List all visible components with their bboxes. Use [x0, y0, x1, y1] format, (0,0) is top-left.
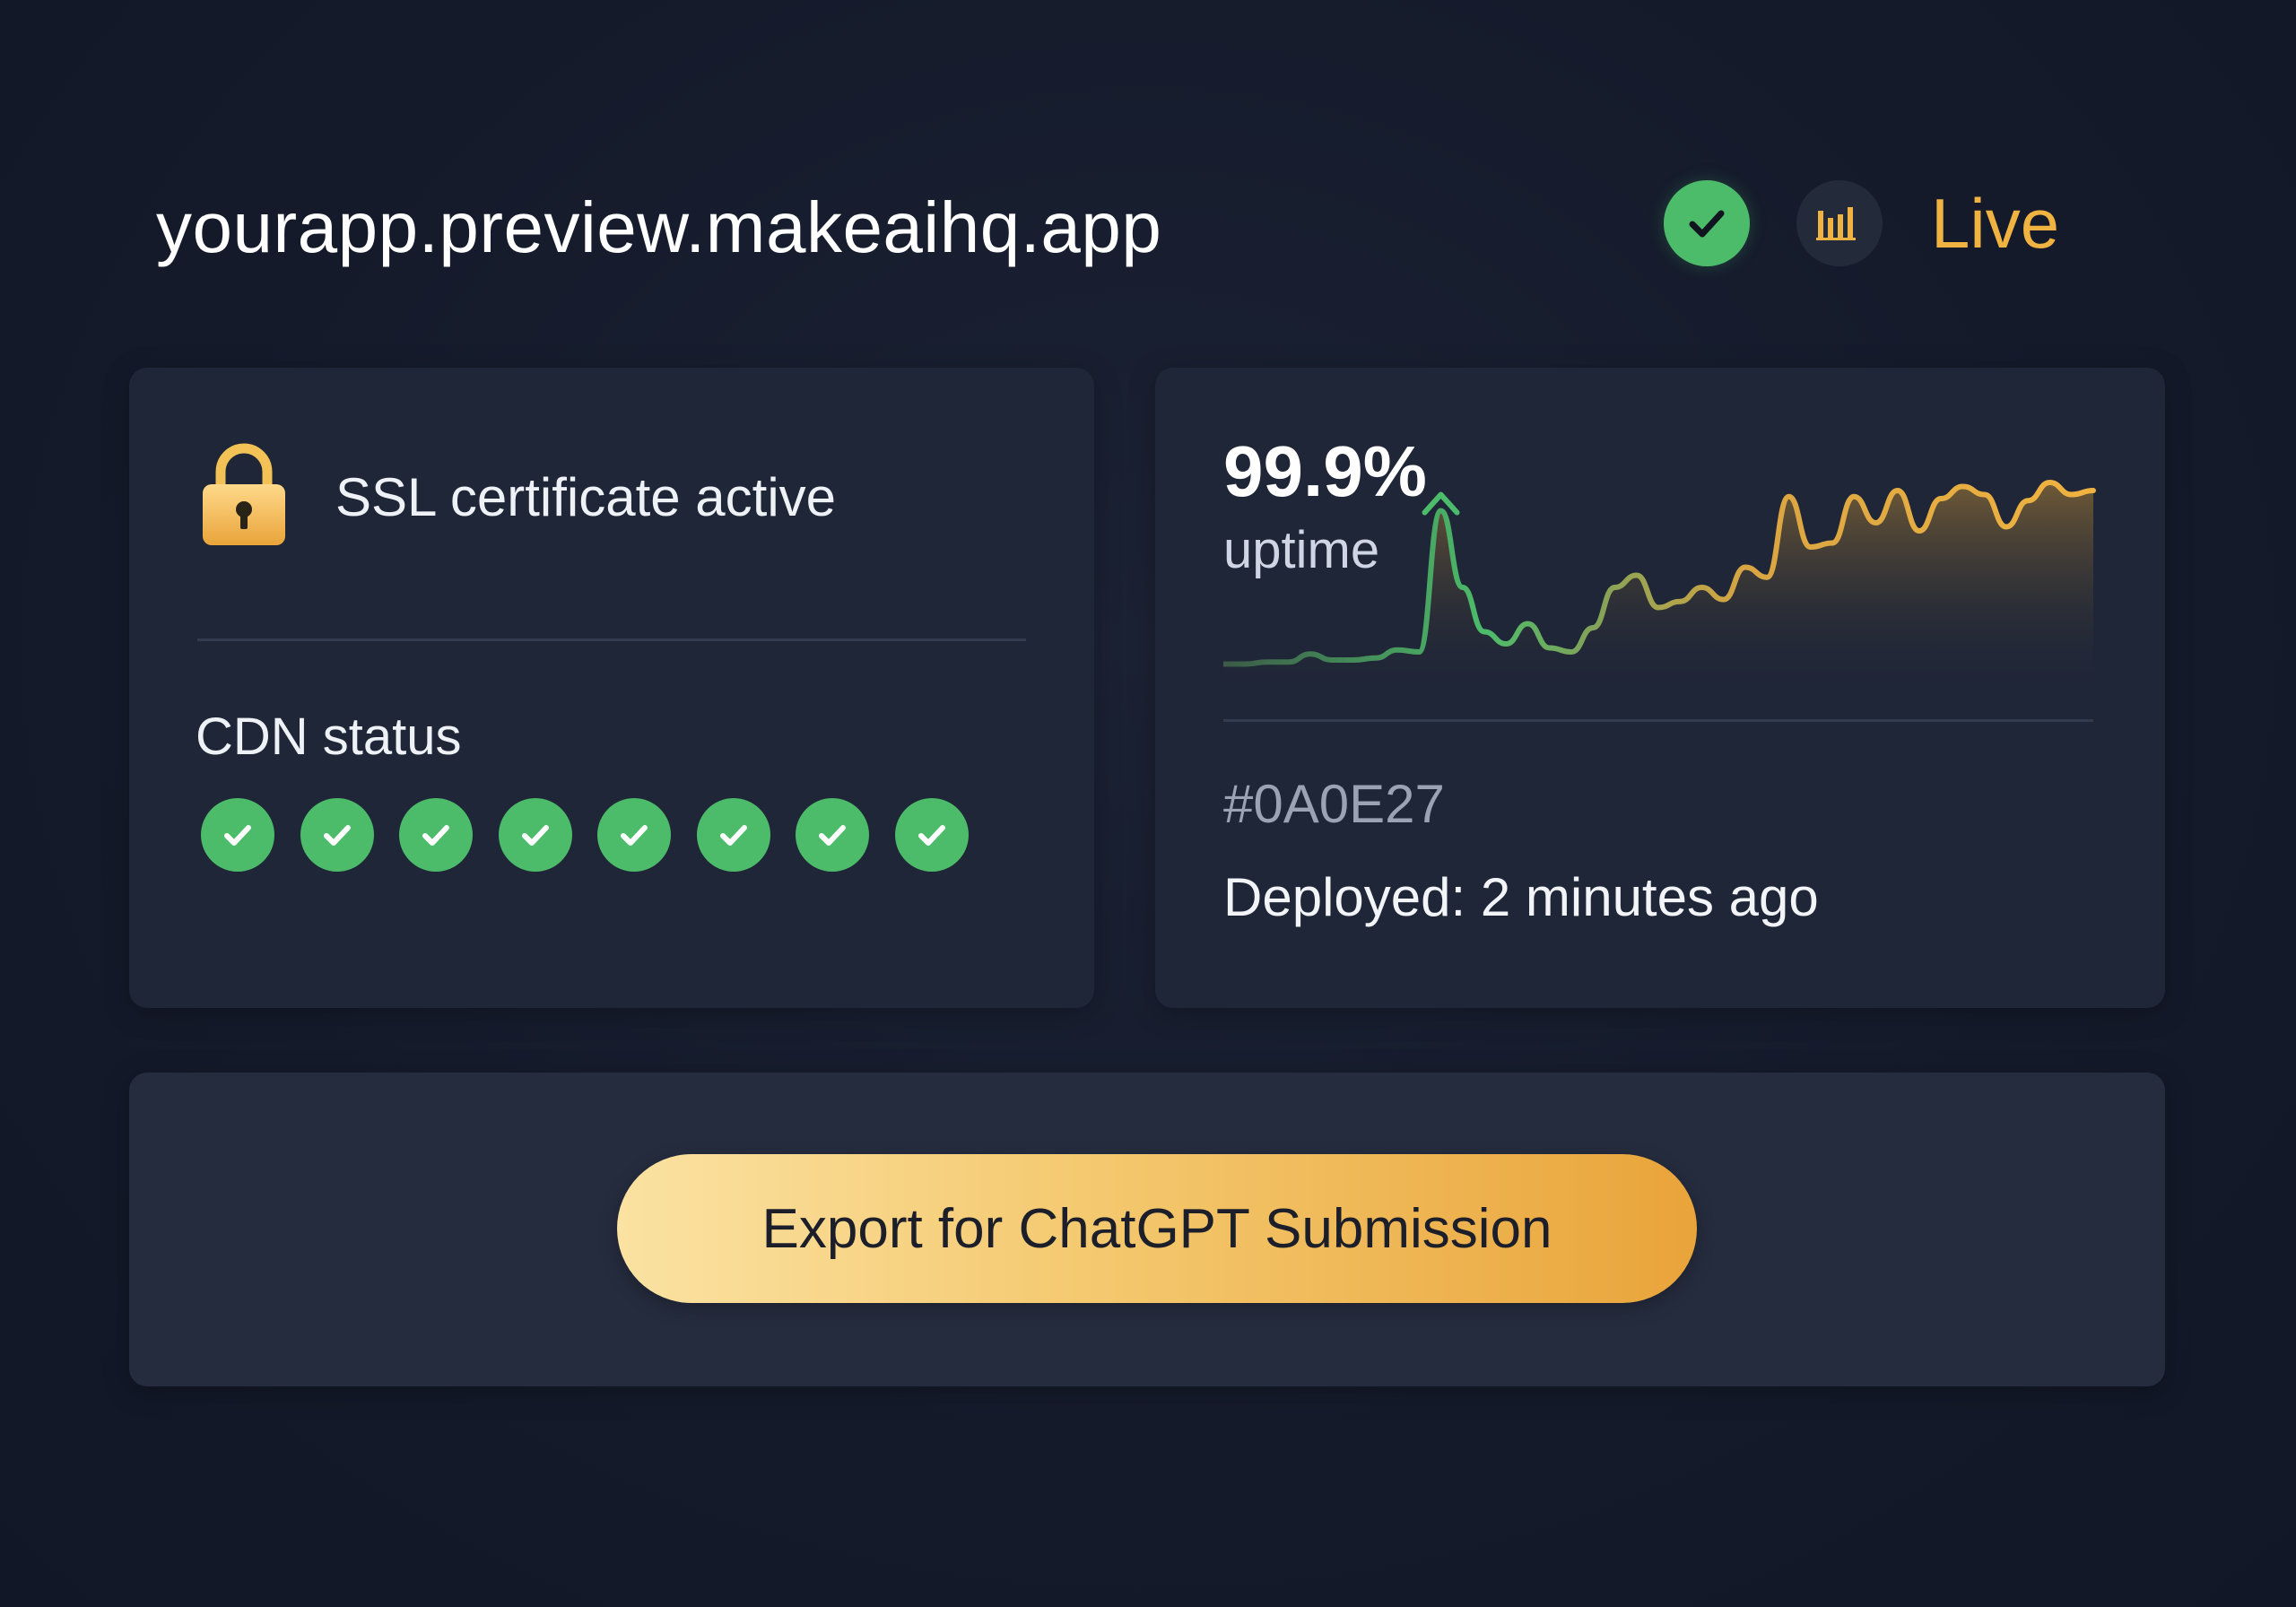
ssl-cdn-card: SSL certificate active CDN status	[129, 368, 1094, 1008]
uptime-card: 99.9% uptime #0A0E27 Deployed: 2 minutes…	[1155, 368, 2165, 1008]
signal-bars-icon[interactable]	[1796, 180, 1883, 266]
export-card: Export for ChatGPT Submission	[129, 1073, 2165, 1386]
divider	[1223, 719, 2093, 722]
uptime-chart-area	[1223, 482, 2093, 695]
uptime-label: uptime	[1223, 521, 1380, 579]
lock-icon	[199, 443, 289, 552]
deployed-time: Deployed: 2 minutes ago	[1223, 867, 1819, 927]
export-chatgpt-button[interactable]: Export for ChatGPT Submission	[617, 1154, 1697, 1303]
ssl-status-label: SSL certificate active	[335, 467, 837, 527]
cdn-node-check-icon	[300, 798, 374, 872]
cdn-status-title: CDN status	[196, 708, 462, 766]
cdn-node-check-icon	[696, 798, 770, 872]
domain-title: yourapp.preview.makeaihq.app	[156, 187, 1162, 267]
ssl-row: SSL certificate active	[199, 443, 836, 552]
cdn-node-check-icon	[399, 798, 473, 872]
cdn-node-check-icon	[201, 798, 274, 872]
live-status-label: Live	[1931, 183, 2060, 263]
check-circle-icon	[1664, 180, 1750, 266]
deploy-hash: #0A0E27	[1223, 774, 1445, 834]
cdn-node-list	[201, 798, 994, 872]
divider	[197, 638, 1026, 641]
cdn-node-check-icon	[894, 798, 969, 872]
cdn-node-check-icon	[597, 798, 671, 872]
cdn-node-check-icon	[796, 798, 869, 872]
uptime-value: 99.9%	[1223, 431, 1427, 511]
cdn-node-check-icon	[498, 798, 572, 872]
status-group: Live	[1664, 179, 2059, 267]
